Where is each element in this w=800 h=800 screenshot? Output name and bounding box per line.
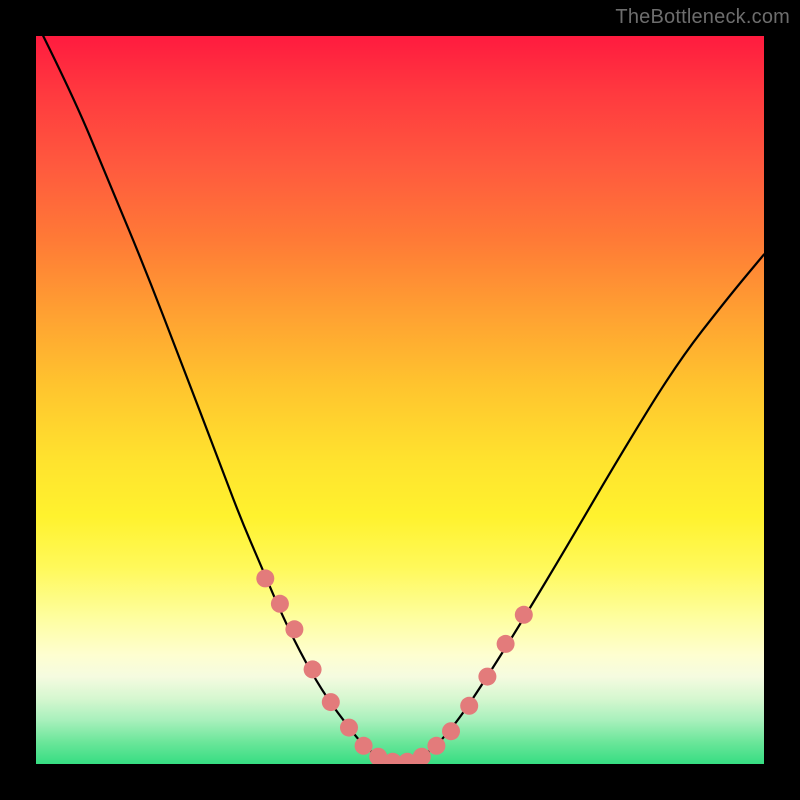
highlight-point <box>460 697 478 715</box>
highlight-point <box>355 737 373 755</box>
bottleneck-curve <box>36 36 764 762</box>
watermark-text: TheBottleneck.com <box>615 6 790 29</box>
highlight-point <box>322 693 340 711</box>
highlight-point <box>427 737 445 755</box>
plot-area <box>36 36 764 764</box>
highlight-point <box>497 635 515 653</box>
highlight-point <box>413 748 431 764</box>
highlight-point <box>304 660 322 678</box>
chart-frame: TheBottleneck.com <box>0 0 800 800</box>
highlight-points <box>256 569 533 764</box>
highlight-point <box>271 595 289 613</box>
highlight-point <box>442 722 460 740</box>
highlight-point <box>340 719 358 737</box>
chart-svg <box>36 36 764 764</box>
highlight-point <box>256 569 274 587</box>
highlight-point <box>285 620 303 638</box>
highlight-point <box>478 668 496 686</box>
highlight-point <box>515 606 533 624</box>
